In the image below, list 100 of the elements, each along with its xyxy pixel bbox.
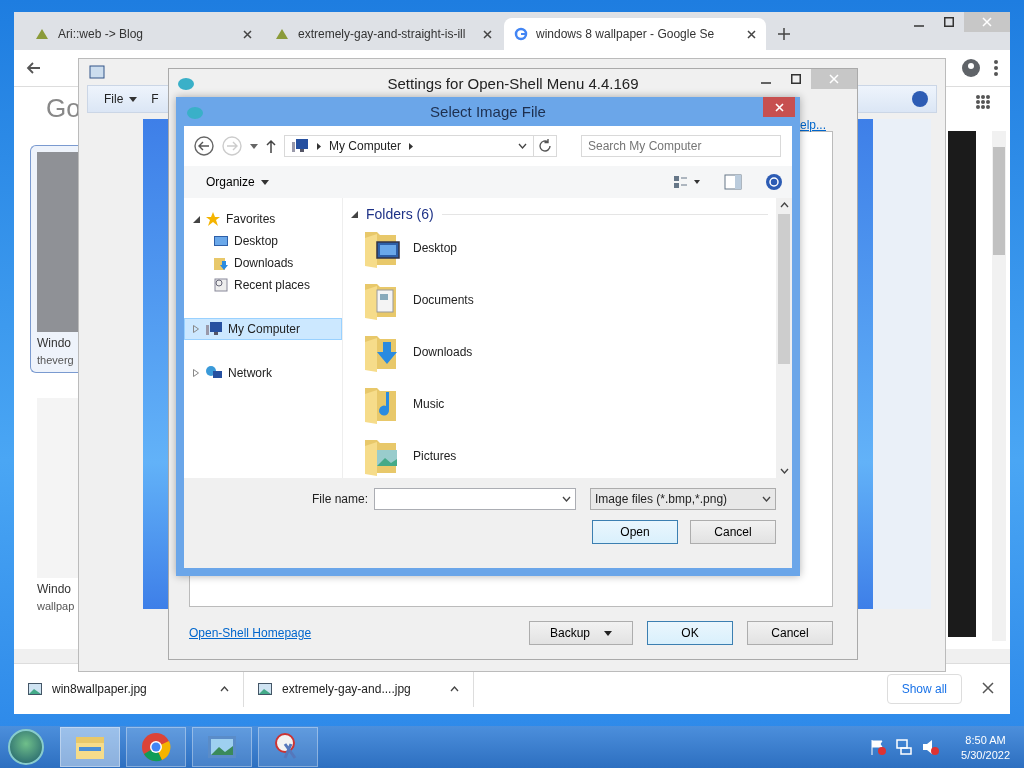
- view-options-icon[interactable]: [674, 175, 700, 189]
- navigation-item[interactable]: Recent places: [184, 274, 342, 296]
- photo-viewer-icon: [207, 735, 237, 759]
- field-label: File name:: [311, 492, 368, 506]
- homepage-link[interactable]: Open-Shell Homepage: [189, 626, 312, 640]
- help-icon[interactable]: [912, 91, 928, 107]
- taskbar-button[interactable]: [258, 727, 318, 767]
- file-name-field[interactable]: [374, 488, 576, 510]
- browser-tab[interactable]: windows 8 wallpaper - Google Se: [504, 18, 766, 50]
- expand-arrow-icon[interactable]: [193, 369, 200, 377]
- dialog-button[interactable]: Open: [592, 520, 678, 544]
- navigation-item[interactable]: Desktop: [184, 230, 342, 252]
- organize-menu[interactable]: Organize: [200, 174, 275, 190]
- new-tab-icon[interactable]: [778, 28, 790, 40]
- folder-item[interactable]: Pictures: [351, 430, 776, 478]
- menu-item[interactable]: File: [104, 92, 138, 106]
- caret-icon[interactable]: [260, 179, 269, 185]
- result-title: Windo: [37, 582, 72, 596]
- collapse-arrow-icon[interactable]: [351, 210, 358, 218]
- expand-arrow-icon[interactable]: [193, 325, 200, 333]
- computer-icon: [291, 138, 309, 154]
- apps-grid-icon[interactable]: [976, 95, 990, 109]
- up-arrow-icon[interactable]: [266, 139, 276, 153]
- folder-item[interactable]: Desktop: [351, 222, 776, 274]
- chevron-down-icon[interactable]: [562, 496, 571, 502]
- dialog-button[interactable]: Backup: [529, 621, 633, 645]
- plant-icon: [274, 27, 290, 41]
- chevron-down-icon[interactable]: [762, 496, 771, 502]
- horizontal-scrollbar[interactable]: [14, 649, 78, 663]
- result-source: theverg: [37, 354, 75, 366]
- shell-icon: [186, 104, 204, 120]
- collapse-arrow-icon[interactable]: [193, 215, 200, 223]
- chevron-right-icon[interactable]: [409, 142, 414, 150]
- folder-item[interactable]: Downloads: [351, 326, 776, 378]
- back-arrow-icon[interactable]: [26, 62, 40, 74]
- scrollbar[interactable]: [992, 131, 1006, 641]
- maximize-icon[interactable]: [791, 74, 801, 84]
- navigation-item[interactable]: Favorites: [184, 208, 342, 230]
- dialog-button[interactable]: OK: [647, 621, 733, 645]
- caret-icon[interactable]: [250, 143, 258, 149]
- recent-places-icon: [213, 277, 229, 293]
- help-link[interactable]: elp...: [800, 118, 826, 132]
- address-field[interactable]: My Computer: [284, 135, 534, 157]
- taskbar-button[interactable]: [192, 727, 252, 767]
- network-icon[interactable]: [895, 738, 914, 756]
- help-icon[interactable]: [766, 174, 782, 190]
- chevron-up-icon[interactable]: [220, 686, 229, 692]
- menu-item[interactable]: F: [151, 92, 159, 106]
- start-button[interactable]: [8, 729, 44, 765]
- taskbar-button[interactable]: [126, 727, 186, 767]
- star-icon: [205, 211, 221, 227]
- shell-icon: [177, 75, 195, 91]
- muted-speaker-icon[interactable]: [921, 738, 940, 756]
- clock-time: 8:50 AM: [965, 733, 1006, 746]
- folder-item[interactable]: Music: [351, 378, 776, 430]
- download-folder-icon: [213, 255, 229, 271]
- close-icon[interactable]: [483, 29, 492, 39]
- chevron-down-icon[interactable]: [779, 468, 789, 474]
- desktop-icon: [213, 234, 229, 248]
- chevron-up-icon[interactable]: [779, 202, 789, 208]
- show-all-button[interactable]: Show all: [886, 674, 962, 704]
- navigation-item[interactable]: Downloads: [184, 252, 342, 274]
- google-icon: [514, 27, 528, 41]
- caret-icon[interactable]: [129, 96, 138, 102]
- refresh-icon[interactable]: [538, 139, 552, 153]
- folder-icon: [75, 734, 105, 760]
- file-type-dropdown[interactable]: Image files (*.bmp,*.png): [590, 488, 776, 510]
- plant-icon: [34, 27, 50, 41]
- folder-item[interactable]: Documents: [351, 274, 776, 326]
- dialog-title: Select Image File: [430, 103, 546, 120]
- navigation-item[interactable]: My Computer: [184, 318, 342, 340]
- flag-icon[interactable]: [869, 738, 888, 756]
- menu-icon[interactable]: [994, 60, 998, 76]
- computer-icon: [205, 321, 223, 337]
- browser-tab[interactable]: extremely-gay-and-straight-is-ill: [264, 18, 502, 50]
- chrome-icon: [141, 732, 171, 762]
- result-title: Windo: [37, 336, 72, 350]
- maximize-icon[interactable]: [944, 17, 954, 27]
- search-field[interactable]: Search My Computer: [581, 135, 781, 157]
- chevron-up-icon[interactable]: [450, 686, 459, 692]
- chevron-right-icon[interactable]: [317, 142, 321, 150]
- picture-icon: [89, 65, 105, 79]
- image-file-icon: [28, 683, 42, 695]
- image-result-card[interactable]: Windo theverg: [30, 145, 78, 373]
- close-icon[interactable]: [747, 29, 756, 39]
- image-result-card[interactable]: Windo wallpap: [30, 391, 78, 619]
- close-icon[interactable]: [243, 29, 252, 39]
- network-icon: [205, 365, 223, 381]
- dropdown-arrow-icon[interactable]: [604, 630, 612, 636]
- dialog-button[interactable]: Cancel: [747, 621, 833, 645]
- back-icon[interactable]: [194, 136, 214, 156]
- navigation-item[interactable]: Network: [184, 362, 342, 384]
- dialog-button[interactable]: Cancel: [690, 520, 776, 544]
- scrollbar[interactable]: [776, 198, 792, 478]
- profile-icon[interactable]: [962, 59, 980, 77]
- chevron-down-icon[interactable]: [518, 143, 527, 149]
- browser-tab[interactable]: Ari::web -> Blog: [24, 18, 262, 50]
- close-icon[interactable]: [982, 681, 994, 694]
- close-button[interactable]: [763, 97, 795, 117]
- horizontal-scrollbar[interactable]: [946, 649, 1010, 663]
